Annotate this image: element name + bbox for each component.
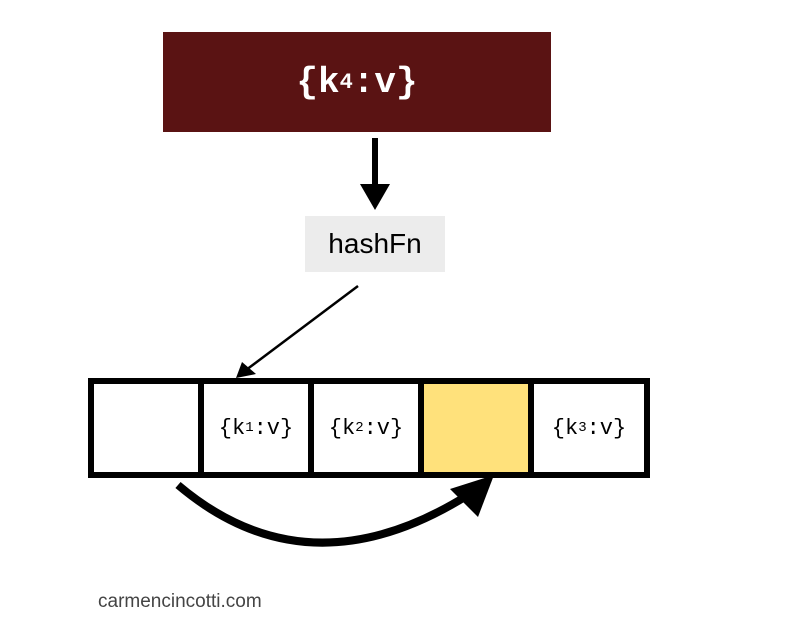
cell-value: v — [267, 416, 280, 441]
hash-table-array: { k 1 : v } { k 2 : v } { k 3 : v } — [88, 378, 650, 478]
cell-brace-close: } — [390, 416, 403, 441]
cell-colon: : — [364, 416, 377, 441]
array-cell: { k 1 : v } — [204, 384, 314, 472]
brace-close: } — [396, 62, 418, 103]
cell-sub: 3 — [578, 420, 586, 436]
cell-colon: : — [254, 416, 267, 441]
cell-value: v — [377, 416, 390, 441]
cell-brace-close: } — [280, 416, 293, 441]
cell-value: v — [600, 416, 613, 441]
key-subscript: 4 — [340, 70, 353, 95]
arrow-hash-to-array — [228, 278, 388, 388]
cell-key: k — [342, 416, 355, 441]
arrow-probe-curve — [168, 475, 498, 569]
cell-sub: 1 — [245, 420, 253, 436]
input-kv-box: { k 4 : v } — [163, 32, 551, 132]
cell-key: k — [232, 416, 245, 441]
kv-separator: : — [353, 62, 375, 103]
array-cell — [424, 384, 534, 472]
key-label: k — [318, 62, 340, 103]
cell-brace-close: } — [613, 416, 626, 441]
arrow-input-to-hash — [360, 138, 390, 212]
cell-brace-open: { — [552, 416, 565, 441]
array-cell — [94, 384, 204, 472]
cell-key: k — [565, 416, 578, 441]
array-cell: { k 3 : v } — [534, 384, 644, 472]
value-label: v — [374, 62, 396, 103]
cell-colon: : — [587, 416, 600, 441]
attribution-text: carmencincotti.com — [98, 591, 262, 613]
cell-brace-open: { — [329, 416, 342, 441]
hash-function-box: hashFn — [305, 216, 445, 272]
brace-open: { — [296, 62, 318, 103]
cell-brace-open: { — [219, 416, 232, 441]
array-cell: { k 2 : v } — [314, 384, 424, 472]
cell-sub: 2 — [355, 420, 363, 436]
